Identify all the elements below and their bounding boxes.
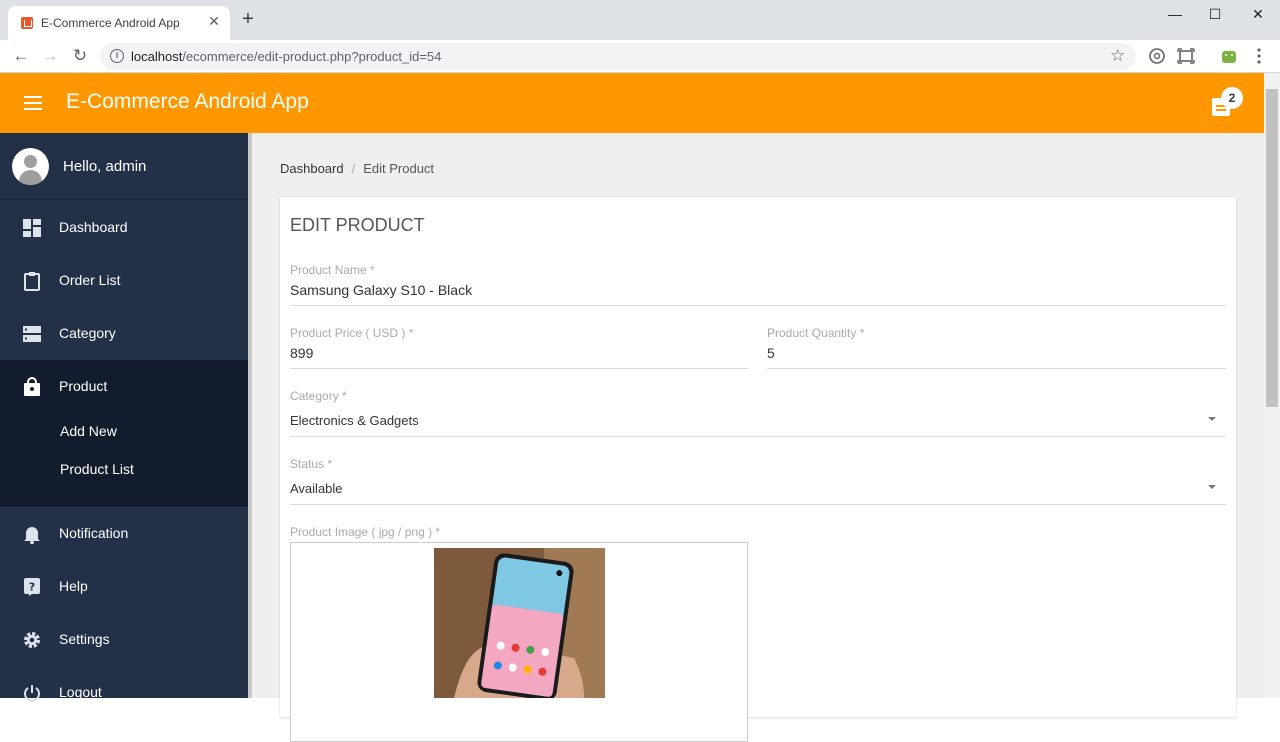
sidebar-item-product[interactable]: Product	[0, 360, 248, 413]
screenshot-icon[interactable]	[1177, 47, 1195, 65]
sidebar-item-label: Dashboard	[59, 219, 128, 235]
reload-button[interactable]: ↻	[69, 45, 91, 67]
product-name-label: Product Name *	[290, 263, 375, 277]
favicon-icon	[21, 17, 33, 29]
product-quantity-input[interactable]: 5	[767, 345, 775, 361]
product-photo	[434, 548, 605, 698]
field-underline	[290, 305, 1226, 306]
page-title: EDIT PRODUCT	[290, 215, 425, 235]
info-icon[interactable]: i	[110, 49, 124, 63]
tab-title: E-Commerce Android App	[41, 16, 180, 30]
sidebar-item-category[interactable]: Category	[0, 307, 248, 360]
breadcrumb-dashboard[interactable]: Dashboard	[280, 161, 344, 176]
product-price-field[interactable]: Product Price ( USD ) * 899	[290, 326, 749, 369]
product-name-field[interactable]: Product Name * Samsung Galaxy S10 - Blac…	[290, 263, 1226, 306]
status-value[interactable]: Available	[290, 481, 343, 496]
address-bar[interactable]: i localhost/ecommerce/edit-product.php?p…	[100, 43, 1136, 70]
category-label: Category *	[290, 389, 347, 403]
field-underline	[290, 436, 1226, 437]
browser-tab-bar: E-Commerce Android App ✕ + — ☐ ✕	[0, 0, 1280, 40]
url-path: /ecommerce/edit-product.php?product_id=5…	[182, 49, 442, 64]
sidebar-item-order-list[interactable]: Order List	[0, 254, 248, 307]
submenu-item-product-list[interactable]: Product List	[0, 451, 248, 487]
sidebar-item-settings[interactable]: Settings	[0, 613, 248, 666]
sidebar: Hello, admin Dashboard Order List Catego…	[0, 133, 248, 702]
category-icon	[22, 324, 42, 344]
avatar	[12, 148, 49, 185]
shopping-bag-icon	[22, 377, 42, 397]
product-quantity-label: Product Quantity *	[767, 326, 865, 340]
status-label: Status *	[290, 457, 333, 471]
breadcrumb-current: Edit Product	[363, 161, 435, 176]
page-scrollbar[interactable]	[1264, 73, 1280, 698]
category-value[interactable]: Electronics & Gadgets	[290, 413, 419, 428]
bell-icon	[22, 524, 42, 545]
edit-product-card: EDIT PRODUCT Product Name * Samsung Gala…	[280, 197, 1236, 742]
back-button[interactable]: ←	[10, 45, 32, 67]
greeting: Hello, admin	[63, 158, 147, 175]
sidebar-item-label: Help	[59, 578, 88, 594]
url-text[interactable]: localhost/ecommerce/edit-product.php?pro…	[131, 49, 441, 64]
user-profile: Hello, admin	[0, 133, 248, 200]
chevron-down-icon[interactable]	[1208, 417, 1216, 421]
maximize-button[interactable]: ☐	[1200, 4, 1230, 24]
sidebar-item-label: Settings	[59, 631, 110, 647]
bookmark-star-icon[interactable]: ☆	[1110, 46, 1125, 66]
submenu-item-label: Product List	[60, 461, 134, 477]
breadcrumb-separator: /	[351, 161, 356, 176]
submenu-item-label: Add New	[60, 423, 117, 439]
power-icon	[22, 683, 42, 703]
image-upload-box[interactable]	[290, 542, 748, 742]
product-image-label: Product Image ( jpg / png ) *	[290, 525, 441, 539]
category-select[interactable]: Category * Electronics & Gadgets	[290, 389, 1226, 437]
new-tab-button[interactable]: +	[238, 9, 258, 30]
field-underline	[290, 368, 749, 369]
scrollbar-thumb[interactable]	[1266, 89, 1278, 407]
dashboard-icon	[22, 218, 42, 238]
product-image-field: Product Image ( jpg / png ) *	[290, 525, 749, 541]
status-select[interactable]: Status * Available	[290, 457, 1226, 505]
kebab-menu-icon[interactable]	[1250, 47, 1268, 65]
sidebar-item-logout[interactable]: Logout	[0, 666, 248, 719]
app-title: E-Commerce Android App	[66, 90, 309, 113]
forward-button[interactable]: →	[39, 45, 61, 67]
submenu-item-add-new[interactable]: Add New	[0, 413, 248, 449]
sidebar-item-notification[interactable]: Notification	[0, 507, 248, 560]
product-submenu: Add New Product List	[0, 413, 248, 507]
main-content: Dashboard / Edit Product EDIT PRODUCT Prod…	[252, 133, 1264, 742]
svg-text:?: ?	[29, 581, 35, 594]
field-underline	[290, 504, 1226, 505]
help-icon: ?	[22, 577, 42, 597]
product-quantity-field[interactable]: Product Quantity * 5	[767, 326, 1226, 369]
product-price-label: Product Price ( USD ) *	[290, 326, 414, 340]
sidebar-item-label: Order List	[59, 272, 121, 288]
clipboard-icon	[22, 271, 42, 291]
close-window-button[interactable]: ✕	[1243, 4, 1273, 24]
notification-badge: 2	[1221, 87, 1243, 109]
android-icon[interactable]	[1220, 47, 1238, 65]
minimize-button[interactable]: —	[1160, 4, 1190, 24]
sidebar-item-help[interactable]: ? Help	[0, 560, 248, 613]
url-host: localhost	[131, 49, 183, 64]
browser-tab[interactable]: E-Commerce Android App ✕	[8, 6, 230, 40]
product-price-input[interactable]: 899	[290, 345, 313, 361]
tab-close-icon[interactable]: ✕	[206, 13, 222, 29]
sidebar-item-label: Category	[59, 325, 116, 341]
sidebar-item-dashboard[interactable]: Dashboard	[0, 201, 248, 254]
hamburger-menu-icon[interactable]	[24, 96, 42, 110]
field-underline	[767, 368, 1226, 369]
product-name-input[interactable]: Samsung Galaxy S10 - Black	[290, 282, 472, 298]
app-bar: E-Commerce Android App	[0, 73, 1264, 133]
sidebar-item-label: Product	[59, 378, 108, 394]
extension-icon[interactable]	[1148, 47, 1166, 65]
breadcrumb: Dashboard / Edit Product	[280, 161, 434, 176]
browser-toolbar: ← → ↻ i localhost/ecommerce/edit-product…	[0, 40, 1280, 73]
gear-icon	[22, 630, 42, 650]
chevron-down-icon[interactable]	[1208, 485, 1216, 489]
sidebar-item-label: Notification	[59, 525, 129, 541]
